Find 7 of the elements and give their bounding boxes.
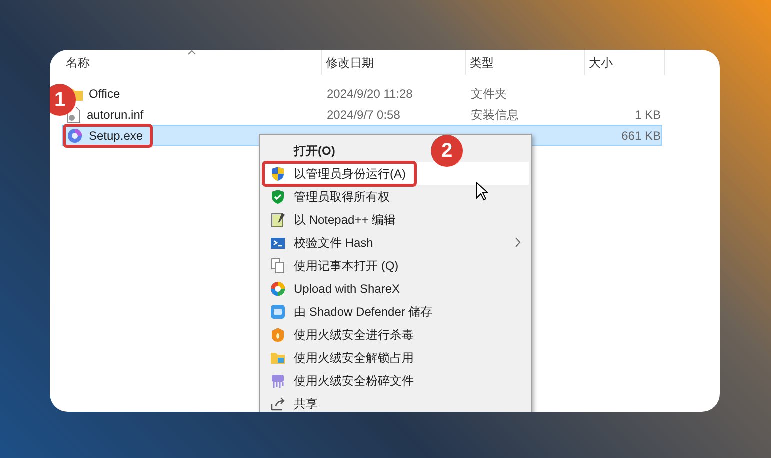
- file-size: 661 KB: [622, 128, 661, 142]
- file-type: 安装信息: [471, 108, 519, 122]
- file-size: 1 KB: [634, 108, 661, 122]
- file-date: 2024/9/7 0:58: [327, 108, 400, 122]
- step-badge: 1: [50, 84, 76, 116]
- file-type: 文件夹: [471, 86, 507, 100]
- file-date: 2024/9/20 11:28: [327, 86, 413, 100]
